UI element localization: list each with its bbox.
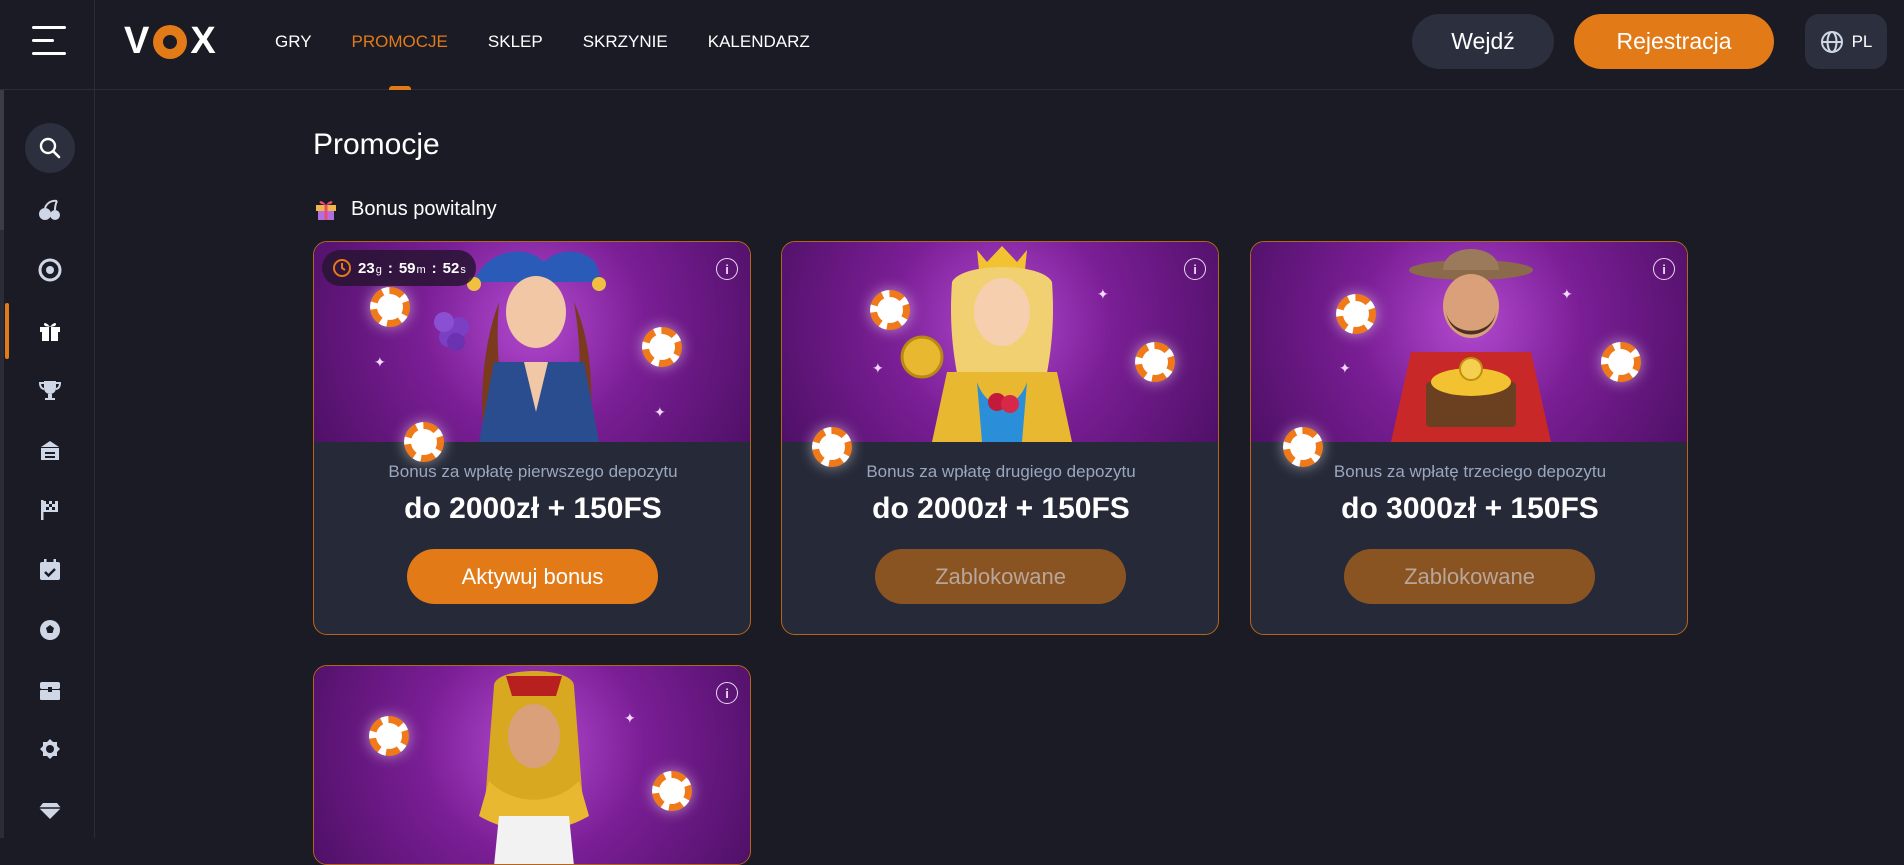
clock-icon — [333, 259, 351, 277]
casino-chip-decoration — [404, 422, 444, 462]
sidebar-divider — [94, 0, 95, 838]
cherry-slots-icon — [39, 199, 60, 220]
info-icon[interactable]: i — [716, 258, 738, 280]
sparkle-decoration: ✦ — [872, 360, 884, 376]
bonus-card-second-deposit[interactable]: ✦ ✦ i Bonus za wpłatę drugiego depozytu … — [781, 241, 1219, 635]
casino-chip-decoration — [1135, 342, 1175, 382]
calendar-icon — [40, 559, 60, 580]
sparkle-decoration: ✦ — [654, 404, 666, 420]
casino-chip-decoration — [652, 771, 692, 811]
search-icon — [39, 137, 61, 159]
casino-chip-decoration — [370, 287, 410, 327]
top-bar: VX GRY PROMOCJE SKLEP SKRZYNIE KALENDARZ… — [0, 0, 1904, 90]
casino-chip-decoration — [642, 327, 682, 367]
bonus-subtitle: Bonus za wpłatę trzeciego depozytu — [1333, 462, 1607, 481]
sparkle-decoration: ✦ — [624, 710, 636, 726]
nav-item-kalendarz[interactable]: KALENDARZ — [708, 0, 810, 90]
vip-diamond-icon — [39, 803, 61, 819]
bonus-card-fourth[interactable]: ✦ i — [313, 665, 751, 865]
cleopatra-character-illustration — [479, 671, 589, 864]
casino-chip-decoration — [1336, 294, 1376, 334]
sidebar-item-vip[interactable] — [30, 790, 70, 830]
bonus-banner-image-jester: ✦ ✦ 23g : 59m : 52s i — [314, 242, 750, 462]
bonus-subtitle: Bonus za wpłatę drugiego depozytu — [866, 462, 1136, 481]
casino-chip-decoration — [870, 290, 910, 330]
section-title: Bonus powitalny — [351, 197, 497, 220]
tournament-flag-icon — [41, 500, 58, 520]
sidebar-item-sports[interactable] — [30, 610, 70, 650]
sidebar-search-button[interactable] — [25, 123, 75, 173]
casino-chip-decoration — [1283, 427, 1323, 467]
nav-item-gry[interactable]: GRY — [275, 0, 312, 90]
bonus-amount: do 2000zł + 150FS — [872, 492, 1130, 525]
nav-item-promocje[interactable]: PROMOCJE — [352, 0, 448, 90]
bonus-card-third-deposit[interactable]: ✦ ✦ i Bonus za wpłatę trzeciego depozytu… — [1250, 241, 1688, 635]
sidebar-item-shop[interactable] — [30, 430, 70, 470]
sparkle-decoration: ✦ — [1339, 360, 1351, 376]
bonus-banner-image-cleopatra: ✦ i — [314, 666, 750, 864]
globe-icon — [1820, 30, 1843, 53]
casino-chip-decoration — [812, 427, 852, 467]
info-icon[interactable]: i — [1653, 258, 1675, 280]
timer-separator: : — [387, 259, 393, 277]
casino-chip-decoration — [369, 716, 409, 756]
achievement-badge-icon — [40, 739, 60, 759]
language-label: PL — [1851, 31, 1873, 51]
timer-days: 23g — [358, 259, 382, 277]
sparkle-decoration: ✦ — [1561, 286, 1573, 302]
gift-icon — [316, 201, 336, 220]
sparkle-decoration: ✦ — [374, 354, 386, 370]
locked-bonus-button[interactable]: Zablokowane — [875, 549, 1126, 604]
sidebar-item-slots[interactable] — [30, 190, 70, 230]
live-casino-chip-icon — [38, 258, 62, 282]
bonus-amount: do 3000zł + 150FS — [1341, 492, 1599, 525]
register-button[interactable]: Rejestracja — [1574, 14, 1774, 69]
shop-icon — [41, 441, 59, 460]
page-title: Promocje — [313, 128, 440, 161]
chest-icon — [40, 682, 60, 700]
trophy-icon — [38, 381, 62, 400]
casino-chip-decoration — [1601, 342, 1641, 382]
bonus-amount: do 2000zł + 150FS — [404, 492, 662, 525]
login-button[interactable]: Wejdź — [1412, 14, 1554, 69]
sparkle-decoration: ✦ — [1097, 286, 1109, 302]
timer-separator: : — [431, 259, 437, 277]
info-icon[interactable]: i — [716, 682, 738, 704]
section-header-welcome-bonus: Bonus powitalny — [313, 196, 497, 222]
sidebar-item-live-casino[interactable] — [30, 250, 70, 290]
sidebar-item-chests[interactable] — [30, 670, 70, 710]
sidebar-item-races[interactable] — [30, 490, 70, 530]
bonus-subtitle: Bonus za wpłatę pierwszego depozytu — [388, 462, 678, 481]
timer-minutes: 59m — [398, 259, 426, 277]
menu-icon[interactable] — [32, 26, 66, 56]
bonus-banner-image-cowboy: ✦ ✦ i — [1251, 242, 1687, 467]
bonus-banner-image-queen: ✦ ✦ i — [782, 242, 1218, 467]
activate-bonus-button[interactable]: Aktywuj bonus — [407, 549, 658, 604]
gift-icon — [40, 323, 60, 341]
bonus-card-first-deposit[interactable]: ✦ ✦ 23g : 59m : 52s i Bonus za wpłatę pi… — [313, 241, 751, 635]
timer-seconds: 52s — [442, 259, 466, 277]
queen-character-illustration — [900, 246, 1072, 442]
locked-bonus-button[interactable]: Zablokowane — [1344, 549, 1595, 604]
main-nav: GRY PROMOCJE SKLEP SKRZYNIE KALENDARZ — [275, 0, 810, 90]
sidebar-item-calendar[interactable] — [30, 550, 70, 590]
nav-item-skrzynie[interactable]: SKRZYNIE — [583, 0, 668, 90]
sidebar-item-achievements[interactable] — [30, 730, 70, 770]
nav-item-sklep[interactable]: SKLEP — [488, 0, 543, 90]
cowboy-character-illustration — [1391, 249, 1551, 442]
sports-ball-icon — [40, 620, 60, 640]
language-selector[interactable]: PL — [1805, 14, 1887, 69]
sidebar-item-promotions[interactable] — [30, 310, 70, 350]
info-icon[interactable]: i — [1184, 258, 1206, 280]
bonus-countdown-timer: 23g : 59m : 52s — [322, 250, 476, 286]
sidebar-item-tournaments[interactable] — [30, 370, 70, 410]
vox-logo[interactable]: VX — [124, 20, 217, 63]
